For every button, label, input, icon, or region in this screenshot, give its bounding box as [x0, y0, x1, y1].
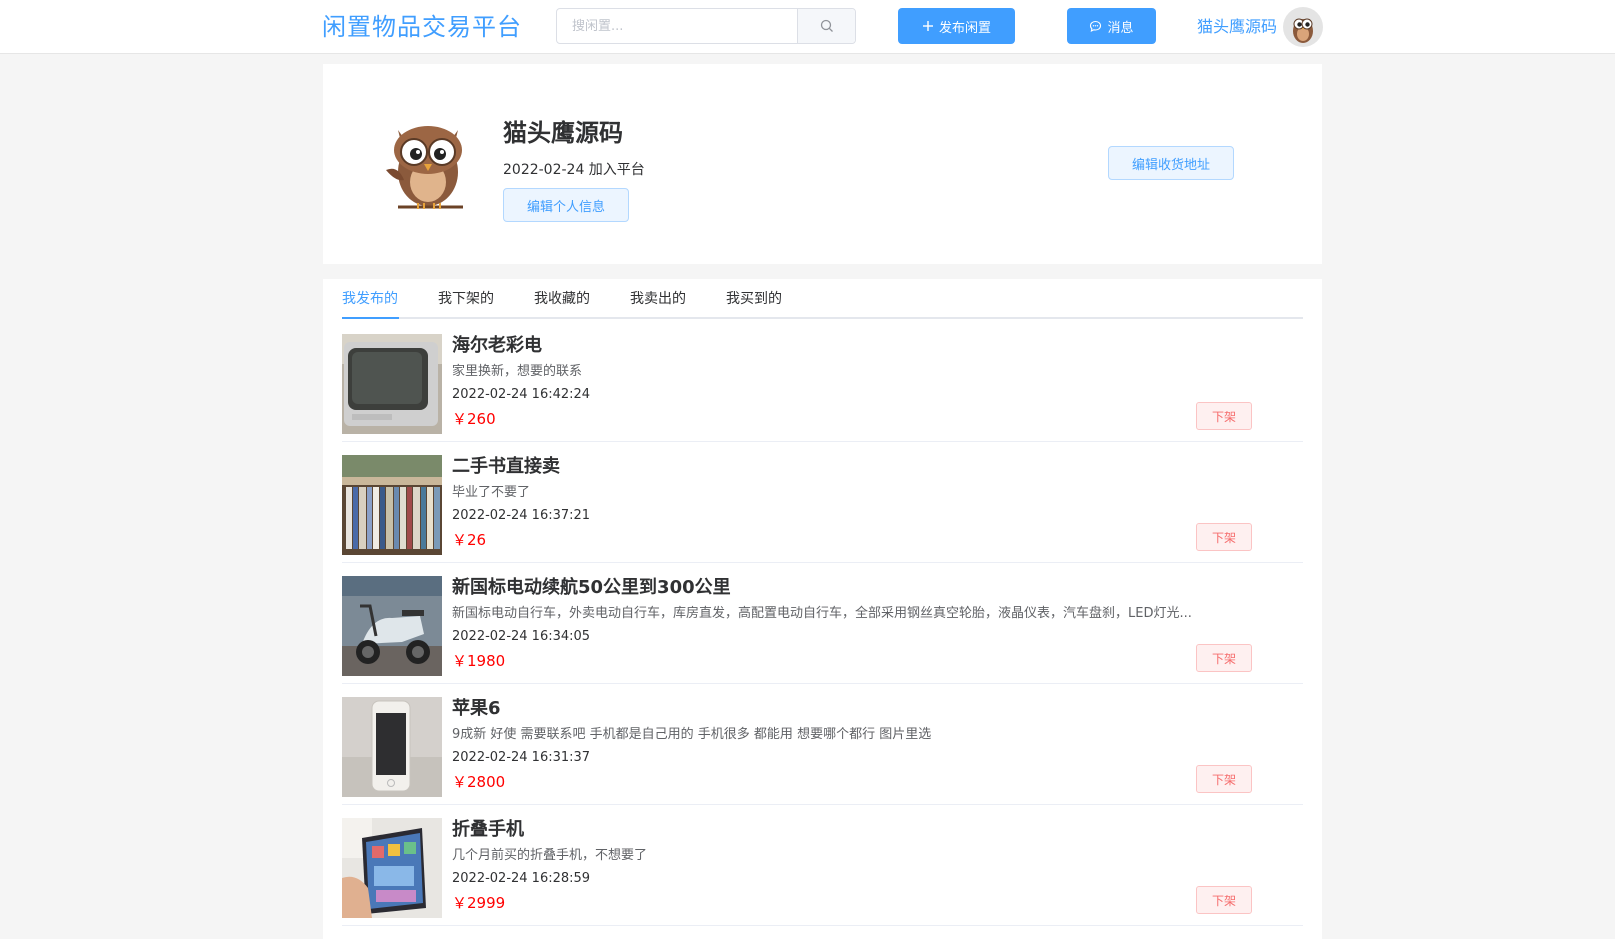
- item-time: 2022-02-24 16:37:21: [452, 508, 591, 523]
- list-item[interactable]: 新国标电动续航50公里到300公里 新国标电动自行车，外卖电动自行车，库房直发，…: [342, 563, 1303, 684]
- search-input[interactable]: [557, 9, 797, 43]
- site-title[interactable]: 闲置物品交易平台: [322, 10, 522, 44]
- chat-icon: [1090, 20, 1102, 32]
- item-description: 家里换新，想要的联系: [452, 364, 583, 379]
- join-date: 2022-02-24 加入平台: [503, 162, 645, 178]
- item-description: 毕业了不要了: [452, 485, 531, 500]
- item-description: 几个月前买的折叠手机，不想要了: [452, 848, 648, 863]
- plus-icon: [922, 21, 933, 31]
- owl-profile-avatar-icon: [386, 126, 463, 209]
- tab-sold[interactable]: 我卖出的: [630, 279, 686, 319]
- avatar[interactable]: [1283, 7, 1323, 47]
- item-price: ￥1980: [452, 652, 506, 670]
- take-offline-button[interactable]: 下架: [1196, 765, 1252, 793]
- edit-profile-button[interactable]: 编辑个人信息: [503, 188, 629, 222]
- item-title[interactable]: 二手书直接卖: [452, 454, 560, 480]
- tab-favorites[interactable]: 我收藏的: [534, 279, 590, 319]
- item-title[interactable]: 折叠手机: [452, 817, 524, 843]
- tabs-bar: 我发布的 我下架的 我收藏的 我卖出的 我买到的: [342, 279, 1303, 319]
- search-button[interactable]: [797, 9, 855, 43]
- items-card: 我发布的 我下架的 我收藏的 我卖出的 我买到的 海尔老彩电 家里换新，想要的联…: [323, 279, 1322, 939]
- profile-name: 猫头鹰源码: [503, 119, 623, 147]
- fold-phone-thumbnail[interactable]: [342, 818, 442, 918]
- edit-address-button[interactable]: 编辑收货地址: [1108, 146, 1234, 180]
- take-offline-button[interactable]: 下架: [1196, 523, 1252, 551]
- item-title[interactable]: 海尔老彩电: [452, 333, 542, 359]
- search-icon: [820, 19, 833, 32]
- item-description: 新国标电动自行车，外卖电动自行车，库房直发，高配置电动自行车，全部采用钢丝真空轮…: [452, 606, 1192, 621]
- list-item[interactable]: 二手书直接卖 毕业了不要了 2022-02-24 16:37:21 ￥26 下架: [342, 442, 1303, 563]
- message-button[interactable]: 消息: [1067, 8, 1156, 44]
- list-item[interactable]: 海尔老彩电 家里换新，想要的联系 2022-02-24 16:42:24 ￥26…: [342, 321, 1303, 442]
- item-description: 9成新 好使 需要联系吧 手机都是自己用的 手机很多 都能用 想要哪个都行 图片…: [452, 727, 932, 742]
- take-offline-button[interactable]: 下架: [1196, 402, 1252, 430]
- item-price: ￥260: [452, 410, 496, 428]
- item-price: ￥26: [452, 531, 487, 549]
- item-price: ￥2800: [452, 773, 506, 791]
- phone-thumbnail[interactable]: [342, 697, 442, 797]
- profile-card: 猫头鹰源码 2022-02-24 加入平台 编辑个人信息 编辑收货地址: [323, 64, 1322, 264]
- ebike-thumbnail[interactable]: [342, 576, 442, 676]
- owl-avatar-icon: [1293, 18, 1313, 43]
- list-item[interactable]: 苹果6 9成新 好使 需要联系吧 手机都是自己用的 手机很多 都能用 想要哪个都…: [342, 684, 1303, 805]
- item-time: 2022-02-24 16:34:05: [452, 629, 591, 644]
- item-title[interactable]: 苹果6: [452, 696, 501, 722]
- books-thumbnail[interactable]: [342, 455, 442, 555]
- publish-button[interactable]: 发布闲置: [898, 8, 1015, 44]
- header-username[interactable]: 猫头鹰源码: [1197, 16, 1277, 38]
- item-time: 2022-02-24 16:31:37: [452, 750, 591, 765]
- active-tab-indicator: [342, 317, 399, 319]
- list-item[interactable]: 折叠手机 几个月前买的折叠手机，不想要了 2022-02-24 16:28:59…: [342, 805, 1303, 926]
- take-offline-button[interactable]: 下架: [1196, 644, 1252, 672]
- item-time: 2022-02-24 16:28:59: [452, 871, 591, 886]
- top-header: 闲置物品交易平台 发布闲置 消息 猫头鹰源码: [0, 0, 1615, 54]
- search-box: [556, 8, 856, 44]
- publish-label: 发布闲置: [938, 20, 991, 36]
- item-time: 2022-02-24 16:42:24: [452, 387, 591, 402]
- take-offline-button[interactable]: 下架: [1196, 886, 1252, 914]
- item-title[interactable]: 新国标电动续航50公里到300公里: [452, 575, 731, 601]
- tab-removed[interactable]: 我下架的: [438, 279, 494, 319]
- tab-published[interactable]: 我发布的: [342, 279, 398, 319]
- tv-thumbnail[interactable]: [342, 334, 442, 434]
- item-price: ￥2999: [452, 894, 506, 912]
- message-label: 消息: [1107, 20, 1134, 36]
- tab-bought[interactable]: 我买到的: [726, 279, 782, 319]
